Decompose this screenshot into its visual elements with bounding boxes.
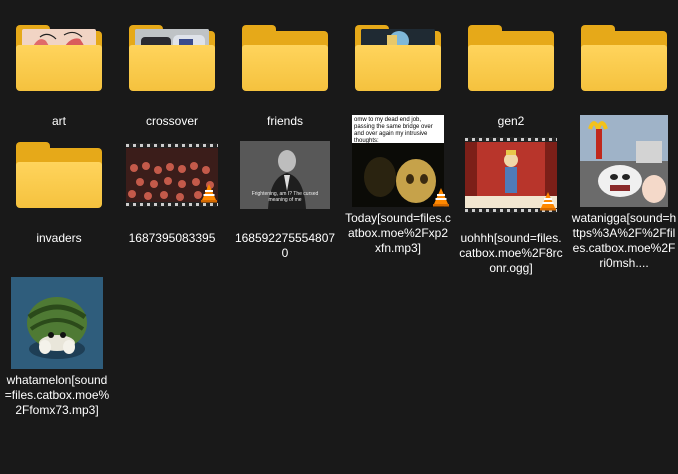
item-label: uohhh[sound=files.catbox.moe%2F8rconr.og…	[459, 231, 563, 275]
folder-icon	[348, 8, 448, 108]
folder-gen1[interactable]: gen1	[343, 8, 453, 129]
vlc-cone-icon	[433, 188, 449, 207]
folder-invaders[interactable]: invaders	[4, 125, 114, 246]
folder-gen2[interactable]: gen2	[456, 8, 566, 129]
image-thumbnail	[574, 113, 674, 209]
image-whatamelon[interactable]: whatamelon[sound=files.catbox.moe%2Ffomx…	[2, 275, 112, 418]
folder-icon	[122, 8, 222, 108]
video-thumbnail: Frightening, am I? The cursed meaning of…	[235, 125, 335, 225]
folder-icon	[235, 8, 335, 108]
video-thumbnail: omw to my dead end job, passing the same…	[352, 113, 449, 209]
folder-art[interactable]: art	[4, 8, 114, 129]
video-thumbnail	[122, 125, 222, 225]
item-label: watanigga[sound=https%3A%2F%2Ffiles.catb…	[571, 211, 677, 270]
vlc-cone-icon	[201, 184, 217, 203]
folder-crossover[interactable]: crossover	[117, 8, 227, 129]
item-label: 1687395083395	[128, 231, 216, 245]
folder-icon	[461, 8, 561, 108]
video-today[interactable]: omw to my dead end job, passing the same…	[343, 113, 453, 256]
folder-icon	[9, 125, 109, 225]
folder-gen3[interactable]: gen3	[569, 8, 678, 129]
video-1685922755548070[interactable]: Frightening, am I? The cursed meaning of…	[230, 125, 340, 261]
image-watanigga[interactable]: watanigga[sound=https%3A%2F%2Ffiles.catb…	[569, 113, 678, 271]
item-label: Today[sound=files.catbox.moe%2Fxp2xfn.mp…	[345, 211, 451, 255]
frightening-caption: Frightening, am I? The cursed meaning of…	[251, 191, 319, 203]
folder-icon	[574, 8, 674, 108]
folder-icon	[9, 8, 109, 108]
image-thumbnail	[7, 275, 107, 371]
item-label: whatamelon[sound=files.catbox.moe%2Ffomx…	[4, 373, 110, 417]
folder-friends[interactable]: friends	[230, 8, 340, 129]
item-label: 1685922755548070	[234, 231, 336, 260]
vlc-cone-icon	[540, 192, 556, 211]
video-1687395083395[interactable]: 1687395083395	[117, 125, 227, 246]
today-caption: omw to my dead end job, passing the same…	[352, 115, 444, 143]
item-label: invaders	[36, 231, 82, 245]
video-thumbnail	[461, 125, 561, 225]
video-uohhh[interactable]: uohhh[sound=files.catbox.moe%2F8rconr.og…	[456, 125, 566, 276]
